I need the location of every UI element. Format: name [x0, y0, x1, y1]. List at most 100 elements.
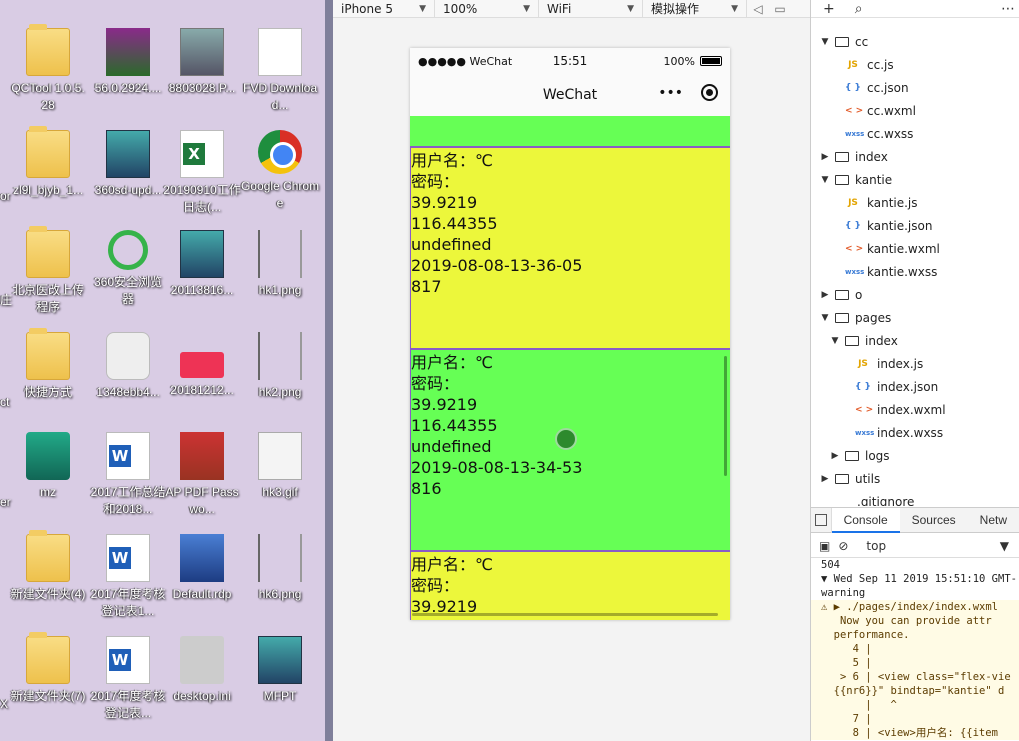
mute-icon[interactable]: ◁: [747, 2, 769, 16]
chevron-right-icon[interactable]: ▶: [829, 451, 841, 461]
tree-file[interactable]: JS cc.js: [811, 53, 1019, 76]
desktop-icon[interactable]: zl9l_bjyb_1...: [8, 126, 88, 199]
tab-console[interactable]: Console: [831, 507, 900, 533]
js-file-icon: JS: [848, 59, 858, 70]
app-icon: [258, 636, 302, 684]
chevron-down-icon[interactable]: ▼: [829, 336, 841, 346]
desktop-icon-label: FVD Download...: [242, 81, 318, 112]
desktop-icon[interactable]: MFPT: [240, 636, 320, 705]
desktop-icon[interactable]: hk6.png: [240, 534, 320, 603]
tab-sources[interactable]: Sources: [900, 508, 968, 533]
desktop-icon[interactable]: 新建文件夹(7): [8, 632, 88, 705]
desktop-icon[interactable]: 56.0.2924....: [88, 28, 168, 97]
tree-file[interactable]: { } cc.json: [811, 76, 1019, 99]
desktop-icon[interactable]: 20181212...: [162, 332, 242, 399]
chevron-right-icon[interactable]: ▶: [819, 474, 831, 484]
more-options-icon[interactable]: ⋯: [1001, 1, 1015, 17]
tree-folder[interactable]: ▼ kantie: [811, 168, 1019, 191]
network-select-value: WiFi: [547, 1, 572, 16]
card-line: 密码：: [411, 576, 460, 595]
desktop-icon-label: 2017年度考核登记表1...: [90, 587, 166, 618]
desktop-icon[interactable]: hk1.png: [240, 230, 320, 299]
desktop-icon[interactable]: 8803028.P...: [162, 28, 242, 97]
desktop-icon[interactable]: 360sd-upd...: [88, 130, 168, 199]
wxml-file-icon: < >: [845, 105, 864, 116]
clear-console-icon[interactable]: ⊘: [838, 539, 848, 553]
vertical-scrollbar[interactable]: [724, 356, 727, 476]
desktop-icon-label: hk3.gif: [262, 485, 298, 499]
disc-icon: [180, 230, 224, 278]
chevron-right-icon[interactable]: ▶: [819, 152, 831, 162]
add-file-icon[interactable]: +: [823, 1, 835, 17]
desktop-icon-label: X: [0, 697, 9, 711]
chevron-right-icon[interactable]: ▶: [819, 290, 831, 300]
tree-folder[interactable]: ▶ index: [811, 145, 1019, 168]
tree-file[interactable]: JS kantie.js: [811, 191, 1019, 214]
device-select[interactable]: iPhone 5 ▼: [333, 0, 435, 18]
chevron-down-icon[interactable]: ▼: [819, 37, 831, 47]
red-image-icon: [180, 352, 224, 378]
tree-folder[interactable]: ▼ cc: [811, 30, 1019, 53]
inspect-element-icon[interactable]: [811, 507, 832, 533]
record-card[interactable]: 用户名：℃ 密码： 39.9219: [410, 552, 730, 620]
json-file-icon: { }: [845, 82, 861, 93]
chevron-down-icon[interactable]: ▼: [819, 313, 831, 323]
desktop-icon[interactable]: Default.rdp: [162, 534, 242, 603]
desktop-icon[interactable]: Google Chrome: [240, 130, 320, 212]
tree-folder[interactable]: ▼ pages: [811, 306, 1019, 329]
chevron-down-icon[interactable]: ▼: [819, 175, 831, 185]
tree-file[interactable]: wxss kantie.wxss: [811, 260, 1019, 283]
tree-folder[interactable]: ▼ index: [811, 329, 1019, 352]
desktop-icon[interactable]: FVD Download...: [240, 28, 320, 114]
desktop-icon[interactable]: 新建文件夹(4): [8, 530, 88, 603]
search-icon[interactable]: ⌕: [855, 1, 863, 17]
zoom-select[interactable]: 100% ▼: [435, 0, 539, 18]
tree-folder[interactable]: ▶ logs: [811, 444, 1019, 467]
tree-file[interactable]: < > index.wxml: [811, 398, 1019, 421]
wxss-file-icon: wxss: [855, 428, 875, 437]
desktop-icon[interactable]: 2017年度考核登记表1...: [88, 534, 168, 620]
desktop-icon[interactable]: QCTool 1.0.5.28: [8, 24, 88, 114]
desktop-icon[interactable]: 1348ebb4...: [88, 332, 168, 401]
tree-item-label: index.json: [877, 379, 939, 394]
tree-file[interactable]: < > cc.wxml: [811, 99, 1019, 122]
horizontal-scrollbar[interactable]: [412, 613, 718, 616]
desktop-icon[interactable]: 2017工作总结和2018...: [88, 432, 168, 518]
desktop-icon[interactable]: 快捷方式: [8, 328, 88, 401]
card-line: 密码：: [411, 172, 460, 191]
folder-icon: [835, 36, 849, 47]
desktop-icon[interactable]: 北京医改上传程序: [8, 226, 88, 316]
tab-network[interactable]: Netw: [968, 508, 1019, 533]
tree-file[interactable]: wxss index.wxss: [811, 421, 1019, 444]
desktop-icon[interactable]: 20113816...: [162, 230, 242, 299]
tree-file[interactable]: .gitignore: [811, 490, 1019, 507]
desktop-icon[interactable]: hk2.png: [240, 332, 320, 401]
network-select[interactable]: WiFi ▼: [539, 0, 643, 18]
desktop-icon[interactable]: 360安全浏览器: [88, 230, 168, 308]
devtools-panel: + ⌕ ⋯ ▼ cc JS cc.js{ } cc.json < > cc.wxml wxss…: [810, 0, 1019, 741]
nav-title: WeChat: [542, 87, 598, 103]
tree-item-label: logs: [865, 448, 890, 463]
tree-file[interactable]: < > kantie.wxml: [811, 237, 1019, 260]
record-card[interactable]: 用户名：℃ 密码： 39.9219 116.44355 undefined 2019-08…: [410, 148, 730, 350]
tree-file[interactable]: { } index.json: [811, 375, 1019, 398]
desktop-icon[interactable]: mz: [8, 432, 88, 501]
more-menu-icon[interactable]: •••: [658, 85, 683, 101]
tree-file[interactable]: { } kantie.json: [811, 214, 1019, 237]
desktop-icon[interactable]: 2017年度考核登记表...: [88, 636, 168, 722]
tree-folder[interactable]: ▶ utils: [811, 467, 1019, 490]
close-mini-program-icon[interactable]: [701, 84, 718, 101]
card-partial-top[interactable]: [410, 116, 730, 148]
desktop-icon[interactable]: 20190910工作日志(...: [162, 130, 242, 216]
tree-folder[interactable]: ▶ o: [811, 283, 1019, 306]
tree-file[interactable]: JS index.js: [811, 352, 1019, 375]
sidebar-toggle-icon[interactable]: ▣: [819, 539, 830, 553]
desktop-icon[interactable]: hk3.gif: [240, 432, 320, 501]
desktop-icon[interactable]: AP PDF Passwo...: [162, 432, 242, 518]
detach-window-icon[interactable]: ▭: [769, 2, 791, 16]
context-select[interactable]: top ▼: [866, 539, 1019, 553]
tree-file[interactable]: wxss cc.wxss: [811, 122, 1019, 145]
desktop-icon[interactable]: desktop.ini: [162, 636, 242, 705]
record-card[interactable]: 用户名：℃ 密码： 39.9219 116.44355 undefined 2019-08…: [410, 350, 730, 552]
mode-select[interactable]: 模拟操作 ▼: [643, 0, 747, 18]
